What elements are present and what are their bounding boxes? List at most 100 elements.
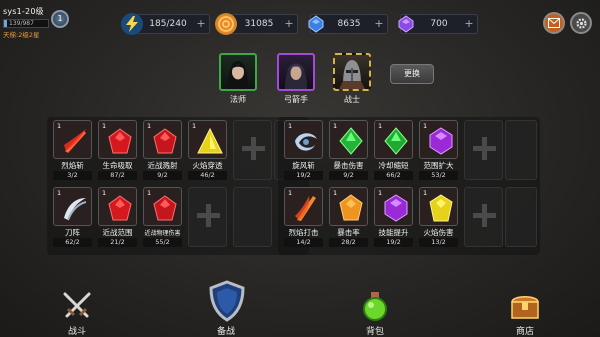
red-gem-icon xyxy=(108,128,132,154)
skill-slot[interactable]: 1 烈焰打击 14/2 xyxy=(284,187,323,247)
skill-count: 87/2 xyxy=(98,171,137,180)
yellow-gem-icon xyxy=(429,194,453,222)
nav-bag[interactable]: 背包 xyxy=(345,282,405,337)
skill-slot[interactable]: 1 技能提升 19/2 xyxy=(374,187,413,247)
skill-count: 19/2 xyxy=(374,238,413,247)
skill-level: 1 xyxy=(333,122,338,130)
purple-value: 700 xyxy=(430,19,448,29)
hero-warrior[interactable]: 战士 xyxy=(333,53,371,105)
skill-slot[interactable]: 1 旋风斩 19/2 xyxy=(284,120,323,180)
energy-value: 185/240 xyxy=(149,19,187,29)
rank-badge-icon: 1 xyxy=(51,9,69,28)
skill-panel-left: 1 烈焰斩 3/2 1 生命吸取 87/2 1 近战溅射 9/2 1 火焰穿透 … xyxy=(47,117,309,255)
skill-slot[interactable]: 1 范围扩大 53/2 xyxy=(419,120,458,180)
empty-skill-slot[interactable] xyxy=(233,187,272,247)
nav-prepare[interactable]: 备战 xyxy=(196,280,256,337)
add-icon xyxy=(473,137,496,160)
add-icon xyxy=(197,204,220,227)
crossed-swords-icon xyxy=(63,292,91,318)
purple-resource: 700 + xyxy=(398,14,478,34)
skill-level: 1 xyxy=(423,122,428,130)
purple-gem-icon xyxy=(429,127,453,155)
hero-mage[interactable]: 法师 xyxy=(219,53,257,105)
add-purple-button[interactable]: + xyxy=(463,18,475,30)
skill-level: 1 xyxy=(192,122,197,130)
skill-slot[interactable]: 1 暴击率 28/2 xyxy=(329,187,368,247)
add-gold-button[interactable]: + xyxy=(283,18,295,30)
nav-label: 背包 xyxy=(365,327,384,337)
skill-slot[interactable]: 1 暴击伤害 9/2 xyxy=(329,120,368,180)
green-gem-icon xyxy=(384,127,408,155)
skill-level: 1 xyxy=(102,122,107,130)
blade-array-icon xyxy=(64,198,87,221)
settings-button[interactable] xyxy=(570,12,592,34)
red-gem-icon xyxy=(108,195,132,221)
skill-name: 技能提升 xyxy=(378,228,409,237)
skill-level: 1 xyxy=(57,122,62,130)
exp-bar: 139/987 xyxy=(3,19,49,28)
flame-slash-icon xyxy=(64,129,86,153)
skill-level: 1 xyxy=(378,122,383,130)
skill-level: 1 xyxy=(57,189,62,197)
mail-button[interactable] xyxy=(543,12,565,34)
mage-portrait-icon xyxy=(219,53,257,91)
warrior-portrait-icon xyxy=(333,53,371,91)
add-gem-button[interactable]: + xyxy=(373,18,385,30)
skill-name: 烈焰斩 xyxy=(61,161,84,170)
player-info[interactable]: sys1-20级 139/987 1 天梯:2级2星 xyxy=(3,6,73,39)
red-gem-icon xyxy=(153,195,177,221)
mail-icon xyxy=(548,18,560,28)
skill-slot[interactable]: 1 生命吸取 87/2 xyxy=(98,120,137,180)
add-icon xyxy=(473,204,496,227)
skill-name: 生命吸取 xyxy=(102,161,133,170)
add-energy-button[interactable]: + xyxy=(195,18,207,30)
nav-label: 备战 xyxy=(216,327,235,337)
skill-slot[interactable]: 1 近战物理伤害 55/2 xyxy=(143,187,182,247)
swap-hero-button[interactable]: 更换 xyxy=(390,64,434,84)
hero-name: 战士 xyxy=(344,95,360,104)
empty-skill-slot[interactable] xyxy=(505,187,537,247)
gold-coin-icon xyxy=(215,13,237,35)
skill-count: 9/2 xyxy=(143,171,182,180)
skill-name: 刀阵 xyxy=(65,228,80,237)
skill-name: 范围扩大 xyxy=(423,161,454,170)
skill-count: 53/2 xyxy=(419,171,458,180)
empty-skill-slot[interactable] xyxy=(505,120,537,180)
gold-resource: 31085 + xyxy=(215,13,298,35)
skill-count: 9/2 xyxy=(329,171,368,180)
skill-level: 1 xyxy=(147,189,152,197)
empty-skill-slot[interactable] xyxy=(464,187,503,247)
skill-slot[interactable]: 1 烈焰斩 3/2 xyxy=(53,120,92,180)
gem-value: 8635 xyxy=(337,19,361,29)
skill-slot[interactable]: 1 冷却缩短 66/2 xyxy=(374,120,413,180)
skill-count: 19/2 xyxy=(284,171,323,180)
empty-skill-slot[interactable] xyxy=(188,187,227,247)
skill-level: 1 xyxy=(147,122,152,130)
skill-name: 近战物理伤害 xyxy=(144,230,181,237)
skill-slot[interactable]: 1 近战范围 21/2 xyxy=(98,187,137,247)
skill-name: 暴击率 xyxy=(337,228,360,237)
purple-gem-icon xyxy=(384,194,408,222)
skill-count: 66/2 xyxy=(374,171,413,180)
skill-level: 1 xyxy=(378,189,383,197)
nav-shop[interactable]: 商店 xyxy=(495,282,555,337)
skill-name: 冷却缩短 xyxy=(378,161,409,170)
skill-count: 62/2 xyxy=(53,238,92,247)
skill-slot[interactable]: 1 火焰伤害 13/2 xyxy=(419,187,458,247)
skill-slot[interactable]: 1 刀阵 62/2 xyxy=(53,187,92,247)
lightning-icon xyxy=(121,13,143,35)
hero-archer[interactable]: 弓箭手 xyxy=(277,53,315,105)
hero-name: 弓箭手 xyxy=(284,95,308,104)
purple-gem-icon xyxy=(395,13,417,35)
skill-count: 21/2 xyxy=(98,238,137,247)
orange-gem-icon xyxy=(339,194,363,221)
skill-level: 1 xyxy=(288,189,293,197)
potion-bag-icon xyxy=(363,292,387,321)
skill-slot[interactable]: 1 火焰穿透 46/2 xyxy=(188,120,227,180)
nav-battle[interactable]: 战斗 xyxy=(47,282,107,337)
empty-skill-slot[interactable] xyxy=(233,120,272,180)
skill-slot[interactable]: 1 近战溅射 9/2 xyxy=(143,120,182,180)
empty-skill-slot[interactable] xyxy=(464,120,503,180)
skill-name: 暴击伤害 xyxy=(333,161,364,170)
skill-panel-right: 1 旋风斩 19/2 1 暴击伤害 9/2 1 冷却缩短 66/2 1 范围扩大… xyxy=(278,117,540,255)
